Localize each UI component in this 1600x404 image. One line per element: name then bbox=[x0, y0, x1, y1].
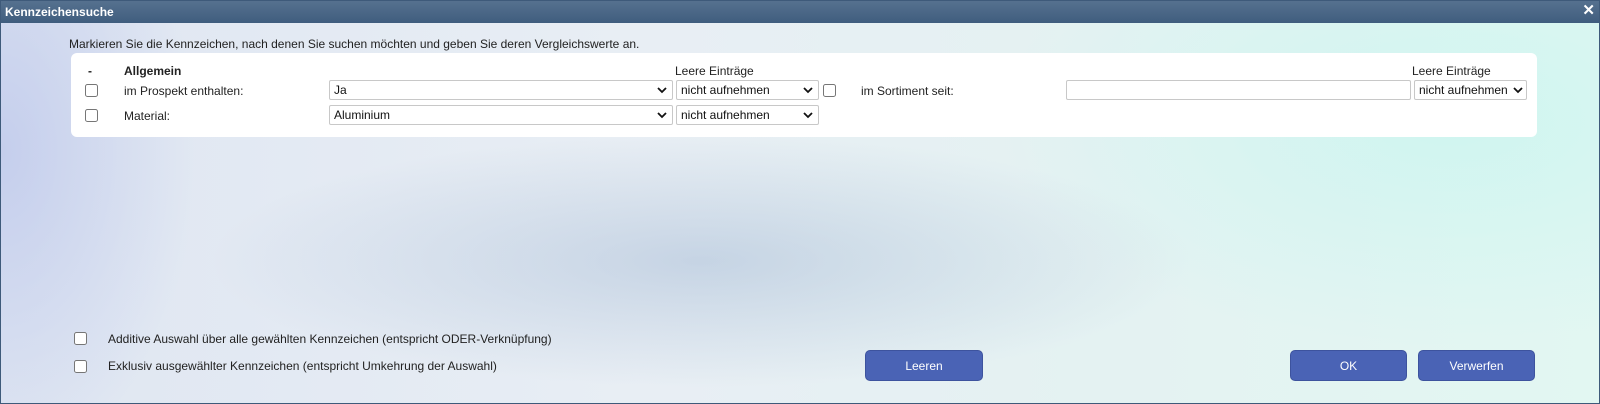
sortiment-empty-value: nicht aufnehmen bbox=[1419, 83, 1508, 97]
column-dash: - bbox=[88, 64, 92, 78]
exclusive-label: Exklusiv ausgewählter Kennzeichen (entsp… bbox=[108, 359, 497, 373]
material-value-select[interactable]: Aluminium bbox=[329, 105, 673, 125]
clear-button[interactable]: Leeren bbox=[865, 350, 983, 381]
criteria-panel: - Allgemein Leere Einträge Leere Einträg… bbox=[71, 53, 1537, 137]
title-bar[interactable]: Kennzeichensuche ✕ bbox=[1, 1, 1599, 23]
chevron-down-icon bbox=[657, 87, 667, 94]
empty-entries-header-left: Leere Einträge bbox=[675, 64, 754, 78]
material-empty-select[interactable]: nicht aufnehmen bbox=[676, 105, 819, 125]
chevron-down-icon bbox=[1513, 87, 1523, 94]
chevron-down-icon bbox=[657, 112, 667, 119]
close-icon[interactable]: ✕ bbox=[1582, 3, 1595, 19]
instruction-text: Markieren Sie die Kennzeichen, nach dene… bbox=[69, 37, 640, 51]
group-heading: Allgemein bbox=[124, 64, 182, 78]
empty-entries-header-right: Leere Einträge bbox=[1412, 64, 1491, 78]
additive-label: Additive Auswahl über alle gewählten Ken… bbox=[108, 332, 552, 346]
additive-checkbox[interactable] bbox=[74, 332, 87, 345]
prospekt-value: Ja bbox=[334, 83, 347, 97]
sortiment-date-input[interactable] bbox=[1066, 80, 1411, 100]
material-checkbox[interactable] bbox=[85, 109, 98, 122]
prospekt-checkbox[interactable] bbox=[85, 84, 98, 97]
material-empty-value: nicht aufnehmen bbox=[681, 108, 770, 122]
exclusive-checkbox[interactable] bbox=[74, 360, 87, 373]
window-title: Kennzeichensuche bbox=[5, 5, 114, 19]
chevron-down-icon bbox=[803, 112, 813, 119]
prospekt-empty-select[interactable]: nicht aufnehmen bbox=[676, 80, 819, 100]
sortiment-empty-select[interactable]: nicht aufnehmen bbox=[1414, 80, 1527, 100]
kennzeichensuche-dialog: Kennzeichensuche ✕ Markieren Sie die Ken… bbox=[0, 0, 1600, 404]
prospekt-label: im Prospekt enthalten: bbox=[124, 84, 244, 98]
prospekt-value-select[interactable]: Ja bbox=[329, 80, 673, 100]
chevron-down-icon bbox=[803, 87, 813, 94]
material-label: Material: bbox=[124, 109, 171, 123]
discard-button[interactable]: Verwerfen bbox=[1418, 350, 1535, 381]
sortiment-checkbox[interactable] bbox=[823, 84, 836, 97]
sortiment-label: im Sortiment seit: bbox=[861, 84, 954, 98]
ok-button[interactable]: OK bbox=[1290, 350, 1407, 381]
material-value: Aluminium bbox=[334, 108, 391, 122]
prospekt-empty-value: nicht aufnehmen bbox=[681, 83, 770, 97]
